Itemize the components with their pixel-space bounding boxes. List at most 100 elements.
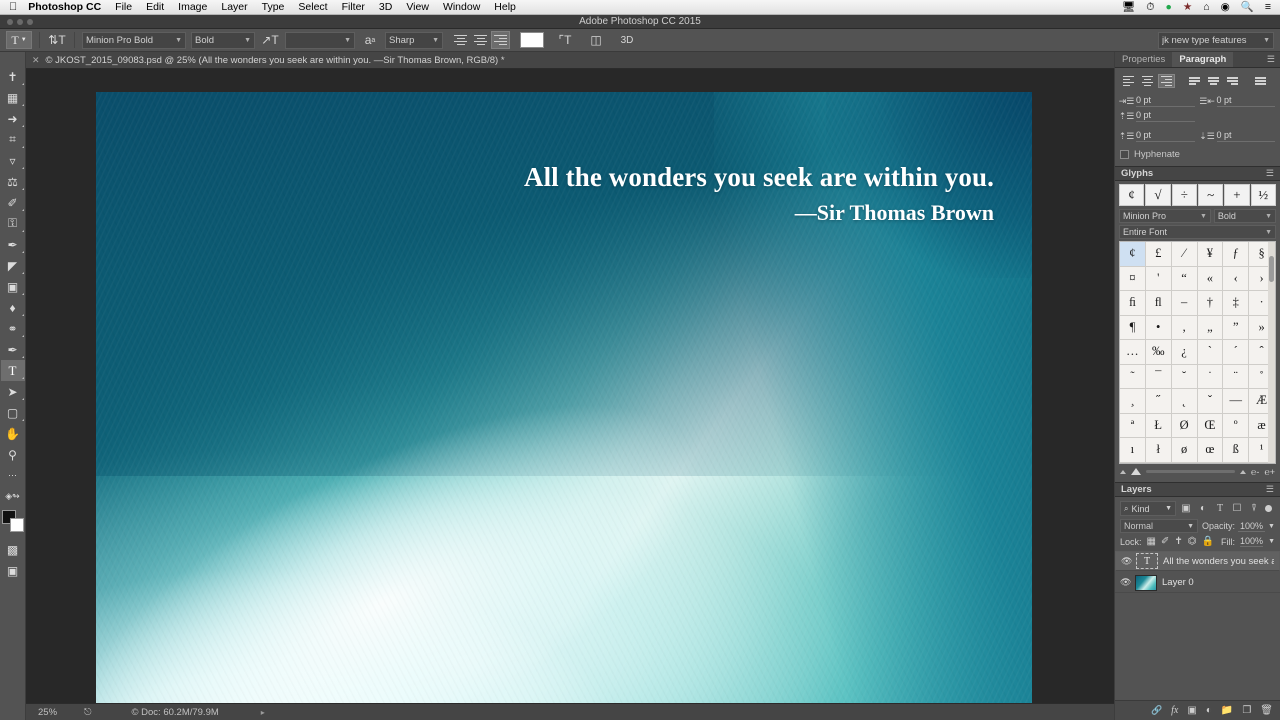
glyph-cell[interactable]: ` xyxy=(1198,340,1224,365)
menu-view[interactable]: View xyxy=(406,1,429,13)
healing-brush-tool[interactable]: ⚖ xyxy=(1,171,25,192)
new-group-icon[interactable]: 📁 xyxy=(1221,705,1233,716)
zoom-tool[interactable]: ⚲ xyxy=(1,444,25,465)
align-center-icon[interactable] xyxy=(1139,74,1156,88)
lock-transparent-icon[interactable]: ▦ xyxy=(1147,536,1156,547)
align-center-icon[interactable] xyxy=(471,31,490,49)
chevron-right-icon[interactable]: ▸ xyxy=(261,708,265,717)
path-selection-tool[interactable]: ➤ xyxy=(1,381,25,402)
image-canvas[interactable]: All the wonders you seek are within you.… xyxy=(96,92,1032,712)
indent-first-line-field[interactable]: ⇡☰ 0 pt xyxy=(1120,110,1195,122)
hand-tool[interactable]: ✋ xyxy=(1,423,25,444)
menu-type[interactable]: Type xyxy=(262,1,285,13)
delete-layer-icon[interactable]: 🗑 xyxy=(1260,705,1273,716)
panel-menu-icon[interactable]: ☰ xyxy=(1266,168,1274,179)
quick-mask-icon[interactable]: ▩ xyxy=(1,539,25,560)
eyedropper-tool[interactable]: ▿ xyxy=(1,150,25,171)
glyph-cell[interactable]: ˇ xyxy=(1198,389,1224,414)
glyph-cell[interactable]: ˘ xyxy=(1172,365,1198,390)
screen-proof-icon[interactable]: ⎋ xyxy=(84,707,92,718)
move-tool[interactable]: ✝ xyxy=(1,66,25,87)
type-filter-icon[interactable]: T xyxy=(1213,501,1227,516)
menu-file[interactable]: File xyxy=(115,1,132,13)
lock-position-icon[interactable]: ✝ xyxy=(1174,536,1182,547)
menu-image[interactable]: Image xyxy=(178,1,207,13)
layer-row-text[interactable]: 👁 T All the wonders you seek ar... xyxy=(1115,551,1280,571)
adjustment-filter-icon[interactable]: ◐ xyxy=(1196,501,1210,516)
justify-last-left-icon[interactable] xyxy=(1186,74,1203,88)
smart-object-filter-icon[interactable]: ⍒ xyxy=(1247,501,1261,516)
lasso-tool[interactable]: ➜ xyxy=(1,108,25,129)
hyphenate-checkbox[interactable] xyxy=(1120,150,1129,159)
document-tab[interactable]: ✕ © JKOST_2015_09083.psd @ 25% (All the … xyxy=(26,52,1114,69)
glyph-cell[interactable]: ¿ xyxy=(1172,340,1198,365)
glyph-cell[interactable]: ¬ xyxy=(1120,463,1146,465)
image-layer-thumb[interactable] xyxy=(1135,575,1157,591)
clock-icon[interactable]: ⏱ xyxy=(1146,2,1154,13)
new-layer-icon[interactable]: ❐ xyxy=(1242,705,1251,716)
font-family-select[interactable]: Minion Pro Bold ▼ xyxy=(82,32,186,49)
glyph-cell[interactable]: ﬂ xyxy=(1146,291,1172,316)
warp-text-icon[interactable]: ⌜T xyxy=(555,31,575,49)
glyph-cell[interactable]: Œ xyxy=(1198,414,1224,439)
glyph-cell[interactable]: — xyxy=(1223,389,1249,414)
crop-tool[interactable]: ⌗ xyxy=(1,129,25,150)
glyph-cell[interactable]: ı xyxy=(1120,438,1146,463)
glyph-cell[interactable]: « xyxy=(1198,267,1224,292)
glyph-cell[interactable]: £ xyxy=(1146,242,1172,267)
large-glyph-icon[interactable] xyxy=(1131,468,1141,475)
align-left-icon[interactable] xyxy=(451,31,470,49)
menu-select[interactable]: Select xyxy=(298,1,327,13)
brush-tool[interactable]: ✐ xyxy=(1,192,25,213)
type-tool-icon[interactable]: T ▼ xyxy=(6,31,32,49)
clone-stamp-tool[interactable]: ⚿ xyxy=(1,213,25,234)
align-right-icon[interactable] xyxy=(491,31,510,49)
space-after-field[interactable]: ⇣☰ 0 pt xyxy=(1201,130,1276,142)
glyph-cell[interactable]: ª xyxy=(1120,414,1146,439)
search-icon[interactable]: 🔍 xyxy=(1241,2,1254,13)
workspace-select[interactable]: jk new type features ▼ xyxy=(1158,32,1274,49)
glyph-cell[interactable]: ¤ xyxy=(1120,267,1146,292)
glyphs-scrollbar[interactable] xyxy=(1268,242,1275,463)
recent-glyph[interactable]: √ xyxy=(1145,184,1170,206)
font-size-input[interactable]: ▼ xyxy=(285,32,355,49)
glyph-cell[interactable]: ß xyxy=(1223,438,1249,463)
type-tool[interactable]: T xyxy=(1,360,25,381)
color-swatches[interactable] xyxy=(1,510,25,534)
dodge-tool[interactable]: ⚭ xyxy=(1,318,25,339)
space-before-field[interactable]: ⇡☰ 0 pt xyxy=(1120,130,1195,142)
glyph-cell[interactable]: ¢ xyxy=(1120,242,1146,267)
glyph-cell[interactable]: ¸ xyxy=(1120,389,1146,414)
link-layers-icon[interactable]: 🔗 xyxy=(1151,705,1162,716)
glyph-subset-select[interactable]: Entire Font ▼ xyxy=(1119,225,1276,239)
zoom-level[interactable]: 25% xyxy=(38,707,72,718)
glyph-size-slider[interactable] xyxy=(1146,470,1235,473)
minimize-window-button[interactable] xyxy=(17,19,23,25)
anti-alias-select[interactable]: Sharp ▼ xyxy=(385,32,443,49)
glyph-cell[interactable]: ‹ xyxy=(1223,267,1249,292)
glyph-cell[interactable]: ƒ xyxy=(1223,242,1249,267)
display-icon[interactable]: 🖥 xyxy=(1122,2,1135,13)
adjustment-layer-icon[interactable]: ◐ xyxy=(1206,705,1212,716)
3d-icon[interactable]: 3D xyxy=(617,31,637,49)
text-orientation-icon[interactable]: ⇅T xyxy=(47,31,67,49)
apple-icon[interactable]:  xyxy=(9,2,17,13)
glyph-cell[interactable]: Ø xyxy=(1172,414,1198,439)
glyph-cell[interactable]: ' xyxy=(1146,267,1172,292)
glyph-cell[interactable]: ” xyxy=(1223,316,1249,341)
blend-mode-select[interactable]: Normal ▼ xyxy=(1120,519,1198,533)
recent-glyph[interactable]: ~ xyxy=(1198,184,1223,206)
glyph-font-family-select[interactable]: Minion Pro ▼ xyxy=(1119,209,1211,223)
recent-glyph[interactable]: + xyxy=(1224,184,1249,206)
glyph-cell[interactable]: ‰ xyxy=(1146,340,1172,365)
glyph-cell[interactable]: ¯ xyxy=(1146,365,1172,390)
menu-3d[interactable]: 3D xyxy=(379,1,392,13)
glyph-cell[interactable]: ł xyxy=(1146,438,1172,463)
justify-all-icon[interactable] xyxy=(1252,74,1269,88)
tab-paragraph[interactable]: Paragraph xyxy=(1172,52,1233,67)
glyph-cell[interactable]: ⁄ xyxy=(1172,242,1198,267)
indent-right-field[interactable]: ☰⇤ 0 pt xyxy=(1201,95,1276,107)
glyph-cell[interactable]: ø xyxy=(1172,438,1198,463)
rectangle-tool[interactable]: ▢ xyxy=(1,402,25,423)
glyphs-grid[interactable]: ¢£⁄¥ƒ§¤'“«‹›ﬁﬂ–†‡·¶•‚„”»…‰¿`´ˆ˜¯˘˙¨˚¸˝˛ˇ… xyxy=(1119,241,1276,464)
